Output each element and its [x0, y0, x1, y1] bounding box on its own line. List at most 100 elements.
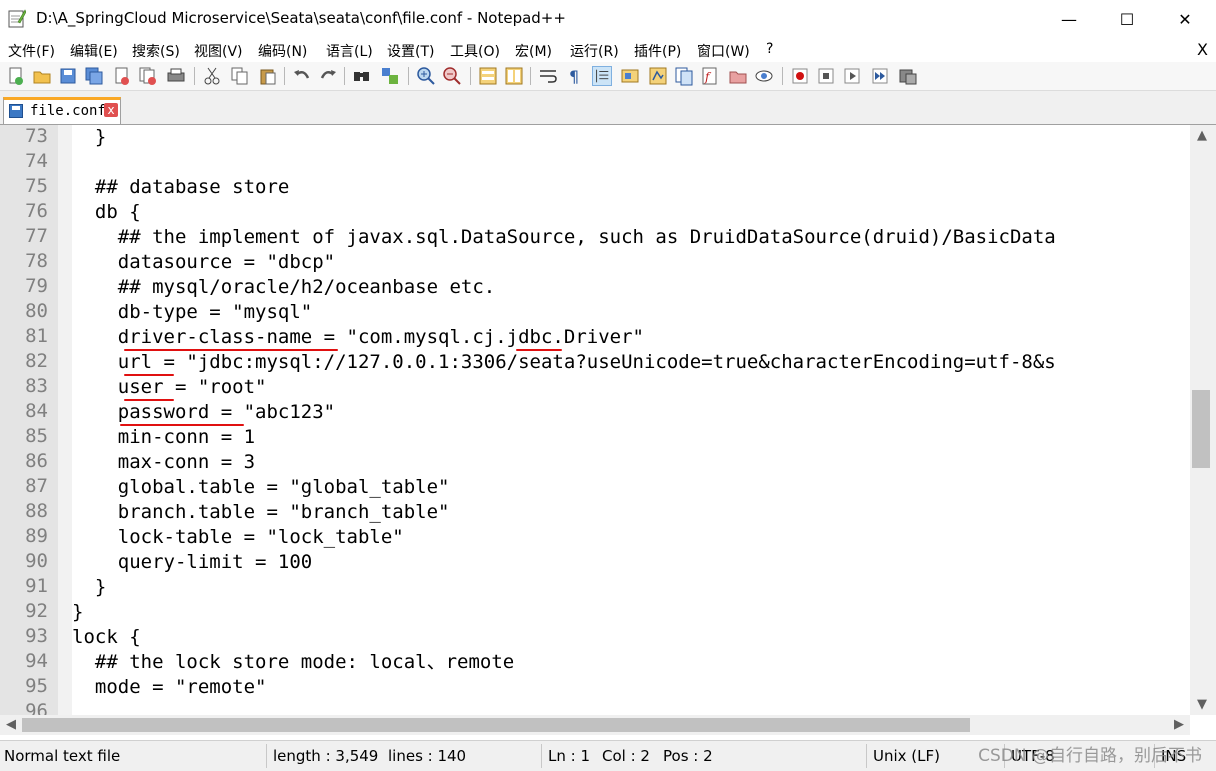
menu-view[interactable]: 视图(V) [194, 41, 243, 61]
menu-settings[interactable]: 设置(T) [387, 41, 434, 61]
toolbar-separator [470, 67, 471, 85]
menu-window[interactable]: 窗口(W) [697, 41, 750, 61]
close-file-icon[interactable] [112, 66, 132, 86]
open-file-icon[interactable] [32, 66, 52, 86]
maximize-button[interactable]: ☐ [1098, 0, 1156, 38]
cut-icon[interactable] [202, 66, 222, 86]
zoom-out-icon[interactable] [442, 66, 462, 86]
document-list-icon[interactable] [674, 66, 694, 86]
minimize-button[interactable]: — [1040, 0, 1098, 38]
code-line[interactable]: min-conn = 1 [72, 425, 255, 450]
replace-icon[interactable] [380, 66, 400, 86]
code-line[interactable]: global.table = "global_table" [72, 475, 450, 500]
line-number: 92 [25, 600, 48, 622]
code-line[interactable]: datasource = "dbcp" [72, 250, 335, 275]
run-macro-multiple-icon[interactable] [870, 66, 890, 86]
new-file-icon[interactable] [6, 66, 26, 86]
indent-guide-icon[interactable] [592, 66, 612, 86]
record-macro-icon[interactable] [790, 66, 810, 86]
print-icon[interactable] [166, 66, 186, 86]
stop-macro-icon[interactable] [816, 66, 836, 86]
monitoring-icon[interactable] [754, 66, 774, 86]
copy-icon[interactable] [230, 66, 250, 86]
title-bar: D:\A_SpringCloud Microservice\Seata\seat… [0, 0, 1216, 38]
code-line[interactable]: } [72, 125, 106, 150]
code-line[interactable]: ## the implement of javax.sql.DataSource… [72, 225, 1056, 250]
code-line[interactable]: } [72, 575, 106, 600]
line-number: 83 [25, 375, 48, 397]
line-number: 75 [25, 175, 48, 197]
menu-search[interactable]: 搜索(S) [132, 41, 180, 61]
status-col: Col : 2 [602, 747, 650, 765]
menu-edit[interactable]: 编辑(E) [70, 41, 118, 61]
toolbar-separator [284, 67, 285, 85]
user-defined-language-icon[interactable] [620, 66, 640, 86]
code-line[interactable]: branch.table = "branch_table" [72, 500, 450, 525]
tab-file-conf[interactable]: file.conf x [3, 97, 121, 124]
show-all-chars-icon[interactable]: ¶ [564, 66, 584, 86]
paste-icon[interactable] [258, 66, 278, 86]
menu-tools[interactable]: 工具(O) [450, 41, 500, 61]
menu-language[interactable]: 语言(L) [326, 41, 373, 61]
code-line[interactable]: mode = "remote" [72, 675, 267, 700]
window-title: D:\A_SpringCloud Microservice\Seata\seat… [36, 9, 566, 27]
menu-macro[interactable]: 宏(M) [515, 41, 552, 61]
code-line[interactable]: db { [72, 200, 141, 225]
vertical-scroll-thumb[interactable] [1192, 390, 1210, 468]
code-line[interactable]: password = "abc123" [72, 400, 335, 425]
scroll-up-icon[interactable]: ▲ [1197, 128, 1207, 143]
document-map-icon[interactable] [648, 66, 668, 86]
toolbar-separator [194, 67, 195, 85]
scroll-left-icon[interactable]: ◀ [6, 717, 16, 732]
code-line[interactable]: ## the lock store mode: local、remote [72, 650, 514, 675]
menu-encoding[interactable]: 编码(N) [258, 41, 307, 61]
play-macro-icon[interactable] [842, 66, 862, 86]
code-line[interactable]: max-conn = 3 [72, 450, 255, 475]
zoom-in-icon[interactable] [416, 66, 436, 86]
toolbar-separator [530, 67, 531, 85]
undo-icon[interactable] [292, 66, 312, 86]
menu-run[interactable]: 运行(R) [570, 41, 619, 61]
code-line[interactable]: lock-table = "lock_table" [72, 525, 404, 550]
code-line[interactable]: ## mysql/oracle/h2/oceanbase etc. [72, 275, 496, 300]
save-icon[interactable] [58, 66, 78, 86]
redo-icon[interactable] [318, 66, 338, 86]
code-line[interactable]: url = "jdbc:mysql://127.0.0.1:3306/seata… [72, 350, 1056, 375]
scroll-down-icon[interactable]: ▼ [1197, 697, 1207, 712]
sync-vertical-icon[interactable] [478, 66, 498, 86]
code-line[interactable]: lock { [72, 625, 141, 650]
status-length: length : 3,549 [273, 747, 379, 765]
scroll-right-icon[interactable]: ▶ [1174, 717, 1184, 732]
code-line[interactable]: db-type = "mysql" [72, 300, 312, 325]
svg-text:¶: ¶ [569, 67, 579, 86]
code-line[interactable]: driver-class-name = "com.mysql.cj.jdbc.D… [72, 325, 644, 350]
code-area[interactable]: } ## database store db { ## the implemen… [72, 125, 1190, 715]
close-document-icon[interactable]: X [1197, 40, 1208, 59]
close-all-icon[interactable] [138, 66, 158, 86]
code-line[interactable]: query-limit = 100 [72, 550, 312, 575]
close-window-button[interactable]: ✕ [1156, 0, 1214, 38]
status-eol[interactable]: Unix (LF) [873, 747, 940, 765]
find-icon[interactable] [352, 66, 372, 86]
toolbar: ¶ f [0, 62, 1216, 91]
line-number: 77 [25, 225, 48, 247]
word-wrap-icon[interactable] [538, 66, 558, 86]
tab-close-icon[interactable]: x [104, 103, 118, 117]
save-macro-icon[interactable] [898, 66, 918, 86]
horizontal-scroll-thumb[interactable] [22, 718, 970, 732]
status-lines: lines : 140 [388, 747, 467, 765]
function-list-icon[interactable]: f [700, 66, 720, 86]
fold-margin [58, 125, 72, 715]
toolbar-separator [344, 67, 345, 85]
menu-plugins[interactable]: 插件(P) [634, 41, 681, 61]
code-line[interactable]: } [72, 600, 83, 625]
code-line[interactable]: user = "root" [72, 375, 267, 400]
menu-help[interactable]: ? [766, 41, 773, 57]
tab-bar: file.conf x [0, 91, 1216, 125]
editor[interactable]: 73 74 75 76 77 78 79 80 81 82 83 84 85 86 87 88 89 90 91 92… [0, 125, 1190, 715]
save-all-icon[interactable] [84, 66, 104, 86]
menu-file[interactable]: 文件(F) [8, 41, 55, 61]
code-line[interactable]: ## database store [72, 175, 289, 200]
sync-horizontal-icon[interactable] [504, 66, 524, 86]
folder-as-workspace-icon[interactable] [728, 66, 748, 86]
